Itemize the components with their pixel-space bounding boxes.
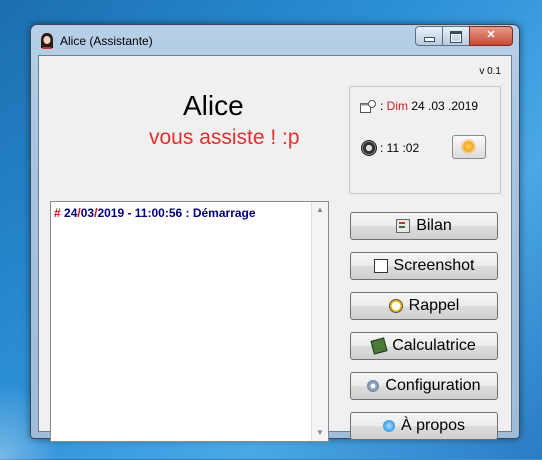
maximize-button[interactable]	[442, 26, 470, 46]
day-name: Dim	[386, 99, 408, 113]
maximize-icon	[450, 31, 462, 43]
app-title: Alice	[183, 90, 244, 121]
calculator-icon	[370, 337, 388, 355]
theme-toggle-button[interactable]	[452, 135, 486, 159]
current-date: 24 .03 .2019	[411, 99, 479, 113]
log-entry: # 24/03/2019 - 11:00:56 : Démarrage	[54, 206, 256, 220]
time-separator: :	[380, 141, 387, 155]
client-area: v 0.1 Alice vous assiste ! :p : Dim 24 .…	[38, 55, 512, 442]
screenshot-label: Screenshot	[393, 257, 475, 274]
minimize-button[interactable]	[415, 26, 443, 46]
rappel-button[interactable]: Rappel	[350, 292, 498, 320]
time-row: : 11 :02	[380, 141, 419, 155]
calculatrice-button[interactable]: Calculatrice	[350, 332, 498, 360]
calendar-clock-icon	[360, 100, 376, 113]
caption-buttons: ✕	[415, 26, 513, 46]
log-scrollbar[interactable]: ▲ ▼	[311, 202, 328, 441]
configuration-button[interactable]: Configuration	[350, 372, 498, 400]
configuration-label: Configuration	[385, 377, 481, 394]
log-day: 24	[64, 206, 78, 220]
log-text: 2019 - 11:00:56 : Démarrage	[97, 206, 256, 220]
calculatrice-label: Calculatrice	[392, 337, 476, 354]
report-icon	[396, 219, 411, 233]
sun-icon	[463, 141, 474, 152]
gears-icon	[367, 380, 380, 392]
scroll-up-arrow-icon[interactable]: ▲	[312, 202, 328, 218]
version-label: v 0.1	[479, 66, 501, 77]
bilan-button[interactable]: Bilan	[350, 212, 498, 240]
bilan-label: Bilan	[416, 217, 452, 234]
clock-icon	[361, 140, 377, 156]
current-time: 11 :02	[386, 141, 420, 155]
minimize-icon	[424, 37, 435, 42]
date-time-panel: : Dim 24 .03 .2019 : 11 :02	[349, 86, 501, 194]
event-log[interactable]: # 24/03/2019 - 11:00:56 : Démarrage ▲ ▼	[50, 201, 329, 442]
close-button[interactable]: ✕	[469, 26, 513, 46]
rappel-label: Rappel	[408, 297, 460, 314]
app-tagline: vous assiste ! :p	[149, 126, 300, 149]
window-title: Alice (Assistante)	[60, 34, 153, 48]
apropos-label: À propos	[400, 417, 466, 434]
screenshot-icon	[373, 259, 388, 273]
log-month: 03	[80, 206, 95, 220]
title-bar[interactable]: Alice (Assistante) ✕	[31, 25, 519, 55]
close-icon: ✕	[486, 29, 496, 41]
app-window: Alice (Assistante) ✕ v 0.1 Alice vous as…	[30, 24, 520, 442]
scroll-down-arrow-icon[interactable]: ▼	[312, 425, 328, 441]
speech-bubble-icon	[382, 420, 395, 432]
date-row: : Dim 24 .03 .2019	[380, 99, 478, 113]
screenshot-button[interactable]: Screenshot	[350, 252, 498, 280]
apropos-button[interactable]: À propos	[350, 412, 498, 440]
date-separator: :	[380, 99, 387, 113]
alarm-clock-icon	[388, 299, 403, 313]
log-hash: #	[54, 206, 61, 220]
alice-avatar-icon	[41, 33, 53, 49]
